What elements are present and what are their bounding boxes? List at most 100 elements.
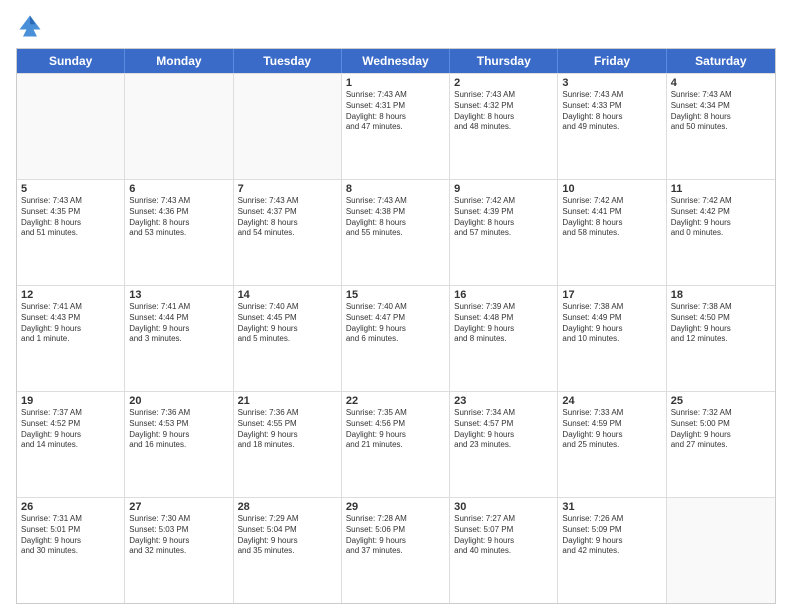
day-number: 16 [454,289,553,301]
day-info: Sunrise: 7:43 AM Sunset: 4:38 PM Dayligh… [346,196,445,239]
day-number: 22 [346,395,445,407]
header-day-tuesday: Tuesday [234,49,342,73]
day-info: Sunrise: 7:43 AM Sunset: 4:32 PM Dayligh… [454,90,553,133]
day-number: 23 [454,395,553,407]
logo [16,12,48,40]
calendar-day-21: 21Sunrise: 7:36 AM Sunset: 4:55 PM Dayli… [234,392,342,497]
page: SundayMondayTuesdayWednesdayThursdayFrid… [0,0,792,612]
day-info: Sunrise: 7:29 AM Sunset: 5:04 PM Dayligh… [238,514,337,557]
calendar-header: SundayMondayTuesdayWednesdayThursdayFrid… [17,49,775,73]
day-info: Sunrise: 7:41 AM Sunset: 4:43 PM Dayligh… [21,302,120,345]
day-info: Sunrise: 7:37 AM Sunset: 4:52 PM Dayligh… [21,408,120,451]
calendar-day-10: 10Sunrise: 7:42 AM Sunset: 4:41 PM Dayli… [558,180,666,285]
calendar-day-30: 30Sunrise: 7:27 AM Sunset: 5:07 PM Dayli… [450,498,558,603]
calendar-empty-cell [234,74,342,179]
calendar-day-4: 4Sunrise: 7:43 AM Sunset: 4:34 PM Daylig… [667,74,775,179]
header-day-saturday: Saturday [667,49,775,73]
day-number: 2 [454,77,553,89]
day-info: Sunrise: 7:43 AM Sunset: 4:37 PM Dayligh… [238,196,337,239]
calendar-day-22: 22Sunrise: 7:35 AM Sunset: 4:56 PM Dayli… [342,392,450,497]
day-info: Sunrise: 7:31 AM Sunset: 5:01 PM Dayligh… [21,514,120,557]
calendar-week-1: 1Sunrise: 7:43 AM Sunset: 4:31 PM Daylig… [17,73,775,179]
calendar-day-7: 7Sunrise: 7:43 AM Sunset: 4:37 PM Daylig… [234,180,342,285]
calendar-week-5: 26Sunrise: 7:31 AM Sunset: 5:01 PM Dayli… [17,497,775,603]
calendar-day-8: 8Sunrise: 7:43 AM Sunset: 4:38 PM Daylig… [342,180,450,285]
logo-icon [16,12,44,40]
day-info: Sunrise: 7:38 AM Sunset: 4:49 PM Dayligh… [562,302,661,345]
calendar-day-25: 25Sunrise: 7:32 AM Sunset: 5:00 PM Dayli… [667,392,775,497]
day-number: 30 [454,501,553,513]
calendar-week-2: 5Sunrise: 7:43 AM Sunset: 4:35 PM Daylig… [17,179,775,285]
calendar-day-12: 12Sunrise: 7:41 AM Sunset: 4:43 PM Dayli… [17,286,125,391]
day-number: 9 [454,183,553,195]
calendar-day-26: 26Sunrise: 7:31 AM Sunset: 5:01 PM Dayli… [17,498,125,603]
day-info: Sunrise: 7:39 AM Sunset: 4:48 PM Dayligh… [454,302,553,345]
calendar-day-27: 27Sunrise: 7:30 AM Sunset: 5:03 PM Dayli… [125,498,233,603]
calendar-day-3: 3Sunrise: 7:43 AM Sunset: 4:33 PM Daylig… [558,74,666,179]
calendar-day-2: 2Sunrise: 7:43 AM Sunset: 4:32 PM Daylig… [450,74,558,179]
calendar-day-1: 1Sunrise: 7:43 AM Sunset: 4:31 PM Daylig… [342,74,450,179]
calendar-day-19: 19Sunrise: 7:37 AM Sunset: 4:52 PM Dayli… [17,392,125,497]
day-number: 19 [21,395,120,407]
calendar-body: 1Sunrise: 7:43 AM Sunset: 4:31 PM Daylig… [17,73,775,603]
day-info: Sunrise: 7:43 AM Sunset: 4:34 PM Dayligh… [671,90,771,133]
header [16,12,776,40]
calendar-day-28: 28Sunrise: 7:29 AM Sunset: 5:04 PM Dayli… [234,498,342,603]
calendar-day-31: 31Sunrise: 7:26 AM Sunset: 5:09 PM Dayli… [558,498,666,603]
day-info: Sunrise: 7:35 AM Sunset: 4:56 PM Dayligh… [346,408,445,451]
calendar-day-20: 20Sunrise: 7:36 AM Sunset: 4:53 PM Dayli… [125,392,233,497]
day-number: 1 [346,77,445,89]
day-number: 13 [129,289,228,301]
day-number: 12 [21,289,120,301]
day-info: Sunrise: 7:42 AM Sunset: 4:41 PM Dayligh… [562,196,661,239]
day-number: 20 [129,395,228,407]
day-number: 29 [346,501,445,513]
day-info: Sunrise: 7:42 AM Sunset: 4:39 PM Dayligh… [454,196,553,239]
day-number: 5 [21,183,120,195]
day-info: Sunrise: 7:42 AM Sunset: 4:42 PM Dayligh… [671,196,771,239]
day-info: Sunrise: 7:30 AM Sunset: 5:03 PM Dayligh… [129,514,228,557]
calendar-day-16: 16Sunrise: 7:39 AM Sunset: 4:48 PM Dayli… [450,286,558,391]
calendar-empty-cell [17,74,125,179]
day-info: Sunrise: 7:43 AM Sunset: 4:35 PM Dayligh… [21,196,120,239]
calendar-day-14: 14Sunrise: 7:40 AM Sunset: 4:45 PM Dayli… [234,286,342,391]
calendar-day-5: 5Sunrise: 7:43 AM Sunset: 4:35 PM Daylig… [17,180,125,285]
calendar-day-18: 18Sunrise: 7:38 AM Sunset: 4:50 PM Dayli… [667,286,775,391]
day-number: 7 [238,183,337,195]
calendar-empty-cell [667,498,775,603]
calendar-empty-cell [125,74,233,179]
day-number: 6 [129,183,228,195]
calendar-day-9: 9Sunrise: 7:42 AM Sunset: 4:39 PM Daylig… [450,180,558,285]
day-info: Sunrise: 7:27 AM Sunset: 5:07 PM Dayligh… [454,514,553,557]
day-number: 14 [238,289,337,301]
day-info: Sunrise: 7:43 AM Sunset: 4:33 PM Dayligh… [562,90,661,133]
day-number: 10 [562,183,661,195]
calendar-day-15: 15Sunrise: 7:40 AM Sunset: 4:47 PM Dayli… [342,286,450,391]
day-info: Sunrise: 7:33 AM Sunset: 4:59 PM Dayligh… [562,408,661,451]
day-number: 26 [21,501,120,513]
day-number: 3 [562,77,661,89]
header-day-monday: Monday [125,49,233,73]
calendar-day-13: 13Sunrise: 7:41 AM Sunset: 4:44 PM Dayli… [125,286,233,391]
calendar: SundayMondayTuesdayWednesdayThursdayFrid… [16,48,776,604]
day-number: 18 [671,289,771,301]
day-info: Sunrise: 7:36 AM Sunset: 4:55 PM Dayligh… [238,408,337,451]
calendar-day-29: 29Sunrise: 7:28 AM Sunset: 5:06 PM Dayli… [342,498,450,603]
day-info: Sunrise: 7:26 AM Sunset: 5:09 PM Dayligh… [562,514,661,557]
header-day-wednesday: Wednesday [342,49,450,73]
header-day-thursday: Thursday [450,49,558,73]
day-info: Sunrise: 7:28 AM Sunset: 5:06 PM Dayligh… [346,514,445,557]
calendar-day-17: 17Sunrise: 7:38 AM Sunset: 4:49 PM Dayli… [558,286,666,391]
day-number: 17 [562,289,661,301]
calendar-day-24: 24Sunrise: 7:33 AM Sunset: 4:59 PM Dayli… [558,392,666,497]
day-number: 21 [238,395,337,407]
day-number: 4 [671,77,771,89]
day-number: 25 [671,395,771,407]
day-number: 8 [346,183,445,195]
day-info: Sunrise: 7:43 AM Sunset: 4:36 PM Dayligh… [129,196,228,239]
calendar-week-4: 19Sunrise: 7:37 AM Sunset: 4:52 PM Dayli… [17,391,775,497]
day-info: Sunrise: 7:40 AM Sunset: 4:45 PM Dayligh… [238,302,337,345]
day-number: 27 [129,501,228,513]
day-info: Sunrise: 7:38 AM Sunset: 4:50 PM Dayligh… [671,302,771,345]
calendar-week-3: 12Sunrise: 7:41 AM Sunset: 4:43 PM Dayli… [17,285,775,391]
